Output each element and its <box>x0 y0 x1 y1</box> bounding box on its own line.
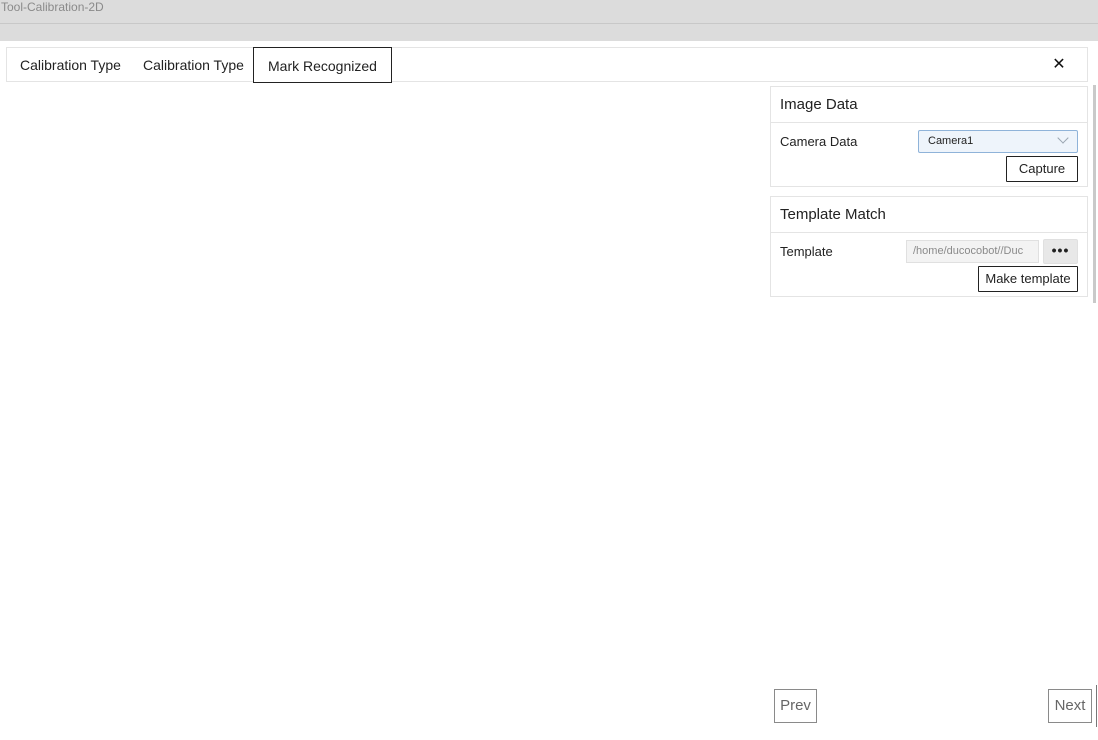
camera-select-value: Camera1 <box>928 135 974 147</box>
template-path-input[interactable]: /home/ducocobot//Duc <box>906 240 1039 263</box>
tab-calibration-type-2[interactable]: Calibration Type <box>130 48 257 82</box>
next-button[interactable]: Next <box>1048 689 1092 723</box>
prev-button[interactable]: Prev <box>774 689 817 723</box>
window-titlebar: Tool-Calibration-2D <box>0 0 1098 24</box>
tab-mark-recognized[interactable]: Mark Recognized <box>253 47 392 83</box>
browse-template-button[interactable]: ••• <box>1043 239 1078 264</box>
capture-button[interactable]: Capture <box>1006 156 1078 182</box>
window-title: Tool-Calibration-2D <box>1 0 104 14</box>
close-icon[interactable]: ✕ <box>1049 55 1069 75</box>
chevron-down-icon <box>1057 132 1069 144</box>
template-match-title: Template Match <box>771 197 1087 233</box>
image-data-title: Image Data <box>771 87 1087 123</box>
image-data-card: Image Data Camera Data Camera1 Capture <box>770 86 1088 187</box>
template-match-card: Template Match Template /home/ducocobot/… <box>770 196 1088 297</box>
panel-edge-divider <box>1096 685 1097 727</box>
tab-bar: Calibration Type Calibration Type Mark R… <box>6 47 1088 83</box>
camera-select[interactable]: Camera1 <box>918 130 1078 153</box>
tab-calibration-type-1[interactable]: Calibration Type <box>7 48 134 82</box>
main-panel: Calibration Type Calibration Type Mark R… <box>0 41 1098 740</box>
template-label: Template <box>780 244 833 259</box>
camera-data-label: Camera Data <box>780 134 858 149</box>
make-template-button[interactable]: Make template <box>978 266 1078 292</box>
right-scrollbar[interactable] <box>1093 85 1096 303</box>
